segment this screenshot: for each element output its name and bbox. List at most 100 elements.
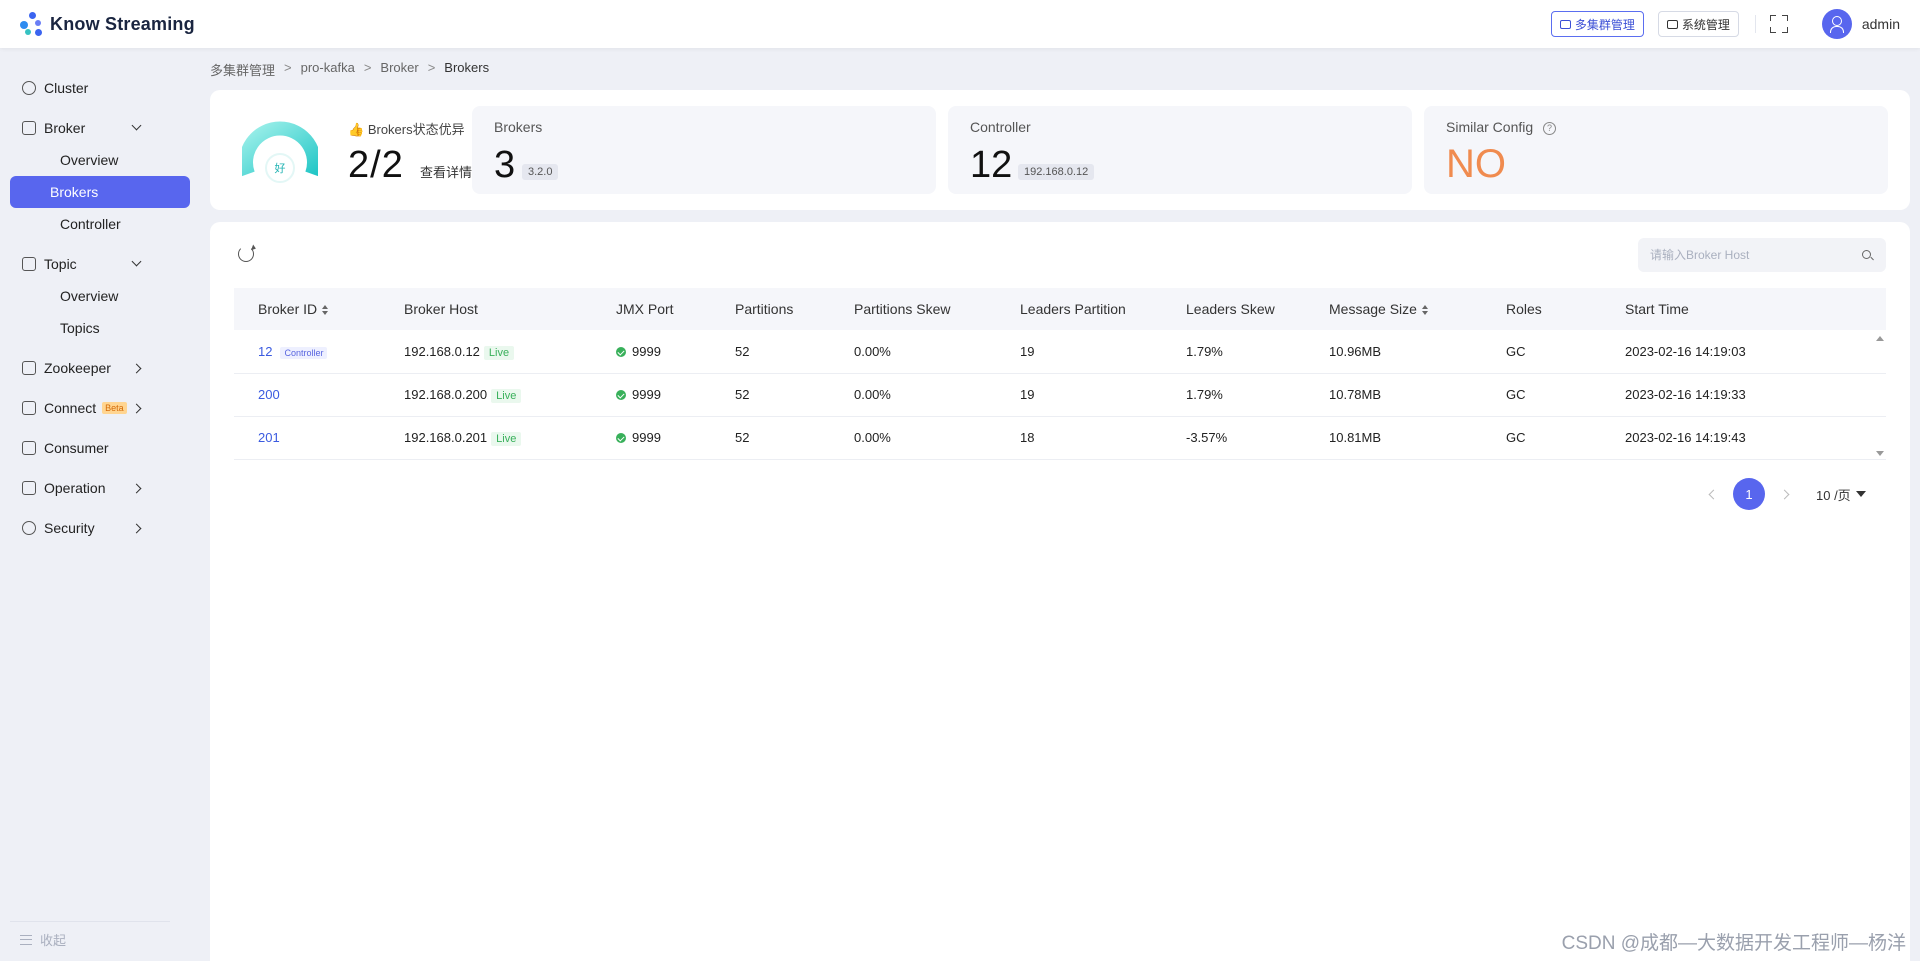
logo-icon: [20, 12, 44, 36]
health-title: 👍 Brokers状态优异: [348, 119, 465, 138]
sidebar-item-broker-controller[interactable]: Controller: [10, 208, 190, 240]
col-roles: Roles: [1506, 301, 1542, 317]
message-size: 10.96MB: [1329, 330, 1506, 374]
sidebar-item-broker[interactable]: Broker: [0, 112, 200, 144]
sidebar-item-zookeeper[interactable]: Zookeeper: [0, 352, 200, 384]
message-size: 10.81MB: [1329, 416, 1506, 460]
sidebar-item-cluster[interactable]: Cluster: [0, 72, 200, 104]
controller-card: Controller 12 192.168.0.12: [948, 106, 1412, 194]
breadcrumb-separator: >: [427, 60, 436, 75]
connect-icon: [22, 401, 36, 415]
sidebar-item-topic-overview[interactable]: Overview: [10, 280, 190, 312]
refresh-icon[interactable]: [238, 246, 254, 262]
leaders-partition: 19: [1020, 373, 1186, 417]
live-badge: Live: [483, 345, 515, 360]
system-management-button[interactable]: 系统管理: [1657, 11, 1739, 37]
start-time: 2023-02-16 14:19:43: [1625, 416, 1886, 460]
brokers-label: Brokers: [494, 119, 543, 135]
col-leaders-partition: Leaders Partition: [1020, 301, 1126, 317]
partitions: 52: [735, 373, 854, 417]
sidebar-item-label: Broker: [44, 120, 86, 136]
divider: [1754, 15, 1756, 33]
system-management-label: 系统管理: [1681, 17, 1730, 32]
user-avatar[interactable]: [1821, 9, 1852, 39]
help-icon[interactable]: ?: [1543, 121, 1557, 135]
view-details-link[interactable]: 查看详情: [420, 162, 472, 181]
broker-id-link[interactable]: 12: [258, 344, 272, 359]
page-number-button[interactable]: 1: [1733, 478, 1765, 510]
sidebar-item-topics[interactable]: Topics: [10, 312, 190, 344]
sidebar-item-operation[interactable]: Operation: [0, 472, 200, 504]
health-gauge: 好: [242, 121, 318, 183]
collapse-label: 收起: [40, 933, 67, 948]
broker-host: 192.168.0.200: [404, 387, 488, 402]
sort-icon[interactable]: [1421, 305, 1429, 316]
user-name[interactable]: admin: [1862, 16, 1900, 32]
broker-host-search-input[interactable]: [1638, 238, 1886, 272]
sort-icon[interactable]: [322, 305, 329, 316]
brokers-card: Brokers 3 3.2.0: [472, 106, 936, 194]
sidebar-item-label: Security: [44, 520, 95, 536]
page-size-label: 10 /页: [1816, 487, 1851, 503]
sidebar-item-label: Cluster: [44, 80, 89, 96]
sidebar-item-label: Zookeeper: [44, 360, 111, 376]
scroll-down-icon[interactable]: [1876, 451, 1884, 456]
table-scrollbar[interactable]: [1874, 332, 1886, 460]
check-circle-icon: [616, 346, 626, 357]
controller-id: 12: [970, 144, 1013, 186]
collapse-sidebar-button[interactable]: 收起: [10, 921, 170, 949]
breadcrumb-item[interactable]: Broker: [380, 60, 418, 79]
cluster-icon: [22, 81, 36, 95]
zookeeper-icon: [22, 361, 36, 375]
col-broker-host: Broker Host: [404, 301, 478, 317]
sidebar-item-label: Operation: [44, 480, 106, 496]
sidebar-item-consumer[interactable]: Consumer: [0, 432, 200, 464]
check-circle-icon: [616, 390, 626, 400]
logo[interactable]: Know Streaming: [20, 12, 195, 36]
search-icon[interactable]: [1862, 250, 1871, 259]
brokers-table: Broker ID Broker Host JMX Port Partition…: [234, 288, 1886, 460]
watermark: CSDN @成都—大数据开发工程师—杨洋: [1561, 933, 1906, 954]
table-row: 12 Controller 192.168.0.12 Live 9999 52 0.…: [234, 330, 1886, 374]
page-size-select[interactable]: 10 /页: [1816, 485, 1866, 504]
thumbs-up-icon: 👍: [348, 122, 365, 137]
sidebar-item-label: Topic: [44, 256, 77, 272]
controller-label: Controller: [970, 119, 1031, 135]
broker-id-link[interactable]: 201: [258, 430, 280, 445]
breadcrumb: 多集群管理 > pro-kafka > Broker > Brokers: [210, 60, 498, 79]
breadcrumb-item[interactable]: 多集群管理: [210, 60, 275, 79]
breadcrumb-item[interactable]: pro-kafka: [301, 60, 355, 79]
chevron-right-icon: [131, 403, 142, 414]
health-value: 2/2: [348, 144, 404, 186]
sidebar-item-topic[interactable]: Topic: [0, 248, 200, 280]
jmx-port: 9999: [632, 387, 661, 402]
start-time: 2023-02-16 14:19:33: [1625, 373, 1886, 417]
breadcrumb-separator: >: [284, 60, 292, 75]
partitions: 52: [735, 330, 854, 374]
chevron-down-icon: [131, 120, 142, 131]
sidebar-item-label: Connect: [44, 400, 97, 416]
fullscreen-icon[interactable]: [1769, 15, 1788, 33]
brokers-count: 3: [494, 144, 516, 186]
col-start-time: Start Time: [1625, 301, 1689, 317]
sidebar-item-broker-overview[interactable]: Overview: [10, 144, 190, 176]
col-broker-id[interactable]: Broker ID: [234, 288, 404, 330]
live-badge: Live: [491, 389, 522, 403]
next-page-icon[interactable]: [1779, 489, 1790, 499]
roles: GC: [1506, 373, 1625, 417]
scroll-up-icon[interactable]: [1876, 336, 1884, 341]
broker-id-link[interactable]: 200: [258, 387, 280, 402]
leaders-skew: 1.79%: [1186, 373, 1329, 417]
sidebar-item-security[interactable]: Security: [0, 512, 200, 544]
sidebar-item-connect[interactable]: Connect Beta: [0, 392, 200, 424]
sidebar-item-brokers[interactable]: Brokers: [10, 176, 190, 208]
partitions-skew: 0.00%: [854, 330, 1020, 374]
beta-badge: Beta: [102, 402, 127, 414]
similar-config-label-text: Similar Config: [1446, 119, 1534, 135]
col-message-size[interactable]: Message Size: [1329, 288, 1506, 330]
multi-cluster-button[interactable]: 多集群管理: [1550, 11, 1644, 37]
similar-config-card: Similar Config ? NO: [1424, 106, 1888, 194]
sidebar: Cluster Broker Overview Brokers Controll…: [0, 48, 200, 961]
prev-page-icon[interactable]: [1708, 489, 1719, 499]
col-leaders-skew: Leaders Skew: [1186, 301, 1275, 317]
